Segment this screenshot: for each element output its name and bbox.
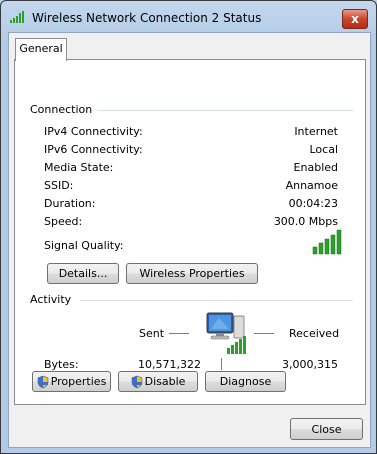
media-state-value: Enabled [293,161,338,174]
details-button[interactable]: Details... [47,263,119,284]
connection-group-label: Connection [30,103,93,116]
ipv4-value: Internet [294,125,338,138]
properties-button-label: Properties [50,375,107,388]
title-bar[interactable]: Wireless Network Connection 2 Status x [1,1,376,33]
uac-shield-icon [37,375,49,388]
ssid-value: Annamoe [285,179,338,192]
wireless-properties-button[interactable]: Wireless Properties [126,263,258,284]
sent-line [169,333,189,334]
duration-label: Duration: [44,197,96,210]
bytes-received-value: 3,000,315 [282,358,338,371]
dialog-client: General Connection IPv4 Connectivity: In… [8,32,371,448]
speed-label: Speed: [44,215,83,228]
properties-button[interactable]: Properties [32,371,111,392]
network-computer-icon [206,312,246,354]
status-window: Wireless Network Connection 2 Status x G… [0,0,377,454]
signal-quality-label: Signal Quality: [44,239,124,252]
window-title: Wireless Network Connection 2 Status [32,11,262,25]
general-panel: Connection IPv4 Connectivity: Internet I… [14,59,366,405]
wireless-signal-icon [10,11,24,23]
received-line [254,333,274,334]
ipv4-label: IPv4 Connectivity: [44,125,143,138]
disable-button-label: Disable [144,375,186,388]
speed-value: 300.0 Mbps [273,215,338,228]
activity-separator [221,358,222,370]
activity-signal-icon [227,336,246,354]
diagnose-button[interactable]: Diagnose [205,371,286,392]
activity-group-label: Activity [30,293,72,306]
duration-value: 00:04:23 [288,197,338,210]
ssid-label: SSID: [44,179,74,192]
uac-shield-icon [131,375,142,388]
connection-divider [97,110,353,111]
close-button[interactable]: Close [290,418,363,440]
signal-quality-icon [312,229,342,255]
bytes-sent-value: 10,571,322 [138,358,201,371]
title-close-button[interactable]: x [342,9,368,29]
bytes-label: Bytes: [44,358,79,371]
disable-button[interactable]: Disable [118,371,198,392]
ipv6-label: IPv6 Connectivity: [44,143,143,156]
ipv6-value: Local [309,143,338,156]
media-state-label: Media State: [44,161,114,174]
close-icon: x [351,12,359,26]
sent-label: Sent [139,327,165,340]
received-label: Received [289,327,340,340]
activity-divider [80,300,353,301]
tab-general[interactable]: General [15,38,67,61]
